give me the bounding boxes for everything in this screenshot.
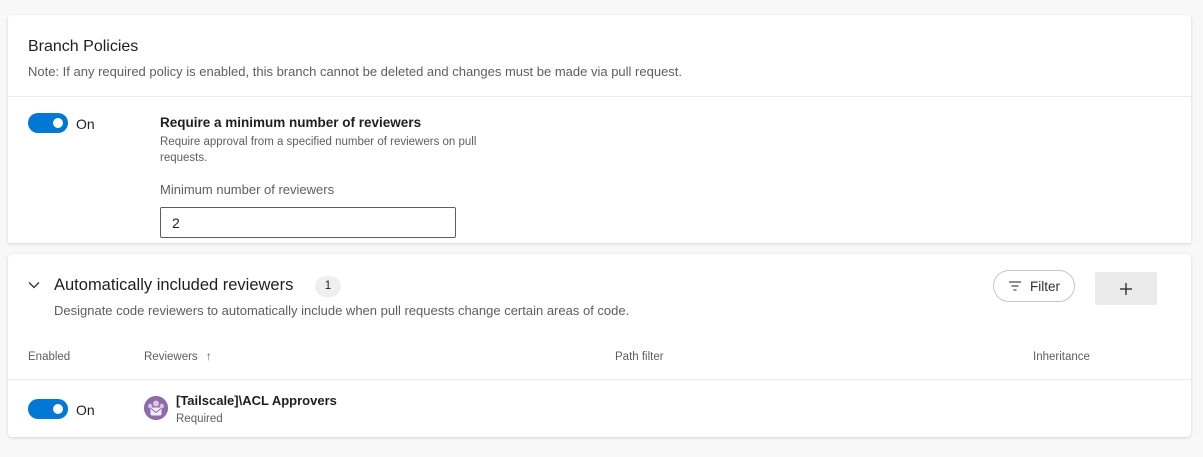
column-header-reviewers[interactable]: Reviewers ↑ bbox=[144, 351, 212, 363]
policy-title: Require a minimum number of reviewers bbox=[160, 115, 422, 130]
add-icon bbox=[1120, 282, 1132, 295]
column-header-enabled: Enabled bbox=[28, 351, 71, 363]
table-row[interactable]: On [Tailscale]\ACL Approvers Required bbox=[8, 380, 1191, 437]
branch-policies-title: Branch Policies bbox=[28, 38, 139, 55]
filter-icon bbox=[1009, 281, 1021, 291]
auto-reviewers-title: Automatically included reviewers bbox=[54, 276, 294, 294]
filter-button[interactable]: Filter bbox=[993, 270, 1075, 302]
auto-reviewers-card: Automatically included reviewers 1 Desig… bbox=[8, 254, 1191, 437]
reviewer-requirement: Required bbox=[176, 413, 223, 425]
min-reviewers-toggle[interactable] bbox=[28, 113, 68, 133]
toggle-knob bbox=[53, 118, 63, 128]
min-reviewers-label: Minimum number of reviewers bbox=[160, 182, 335, 197]
column-header-inheritance: Inheritance bbox=[1033, 351, 1090, 363]
sort-ascending-icon: ↑ bbox=[205, 351, 212, 363]
reviewer-count-badge: 1 bbox=[315, 276, 341, 297]
reviewer-enabled-label: On bbox=[76, 402, 95, 418]
min-reviewers-toggle-label: On bbox=[76, 116, 95, 132]
reviewer-name[interactable]: [Tailscale]\ACL Approvers bbox=[176, 393, 337, 408]
min-reviewers-input[interactable] bbox=[160, 207, 456, 238]
auto-reviewers-description: Designate code reviewers to automaticall… bbox=[54, 303, 630, 318]
toggle-knob bbox=[53, 404, 63, 414]
chevron-down-icon[interactable] bbox=[27, 278, 41, 292]
column-header-path-filter: Path filter bbox=[615, 351, 664, 363]
add-reviewer-button[interactable] bbox=[1095, 272, 1157, 305]
reviewer-enabled-toggle[interactable] bbox=[28, 399, 68, 419]
group-avatar-icon bbox=[144, 396, 168, 420]
policy-description: Require approval from a specified number… bbox=[160, 136, 477, 164]
branch-policies-card: Branch Policies Note: If any required po… bbox=[8, 15, 1191, 243]
branch-policies-note: Note: If any required policy is enabled,… bbox=[28, 64, 683, 79]
filter-button-label: Filter bbox=[1030, 278, 1060, 294]
section-divider bbox=[8, 96, 1191, 97]
column-header-reviewers-label: Reviewers bbox=[144, 351, 198, 363]
